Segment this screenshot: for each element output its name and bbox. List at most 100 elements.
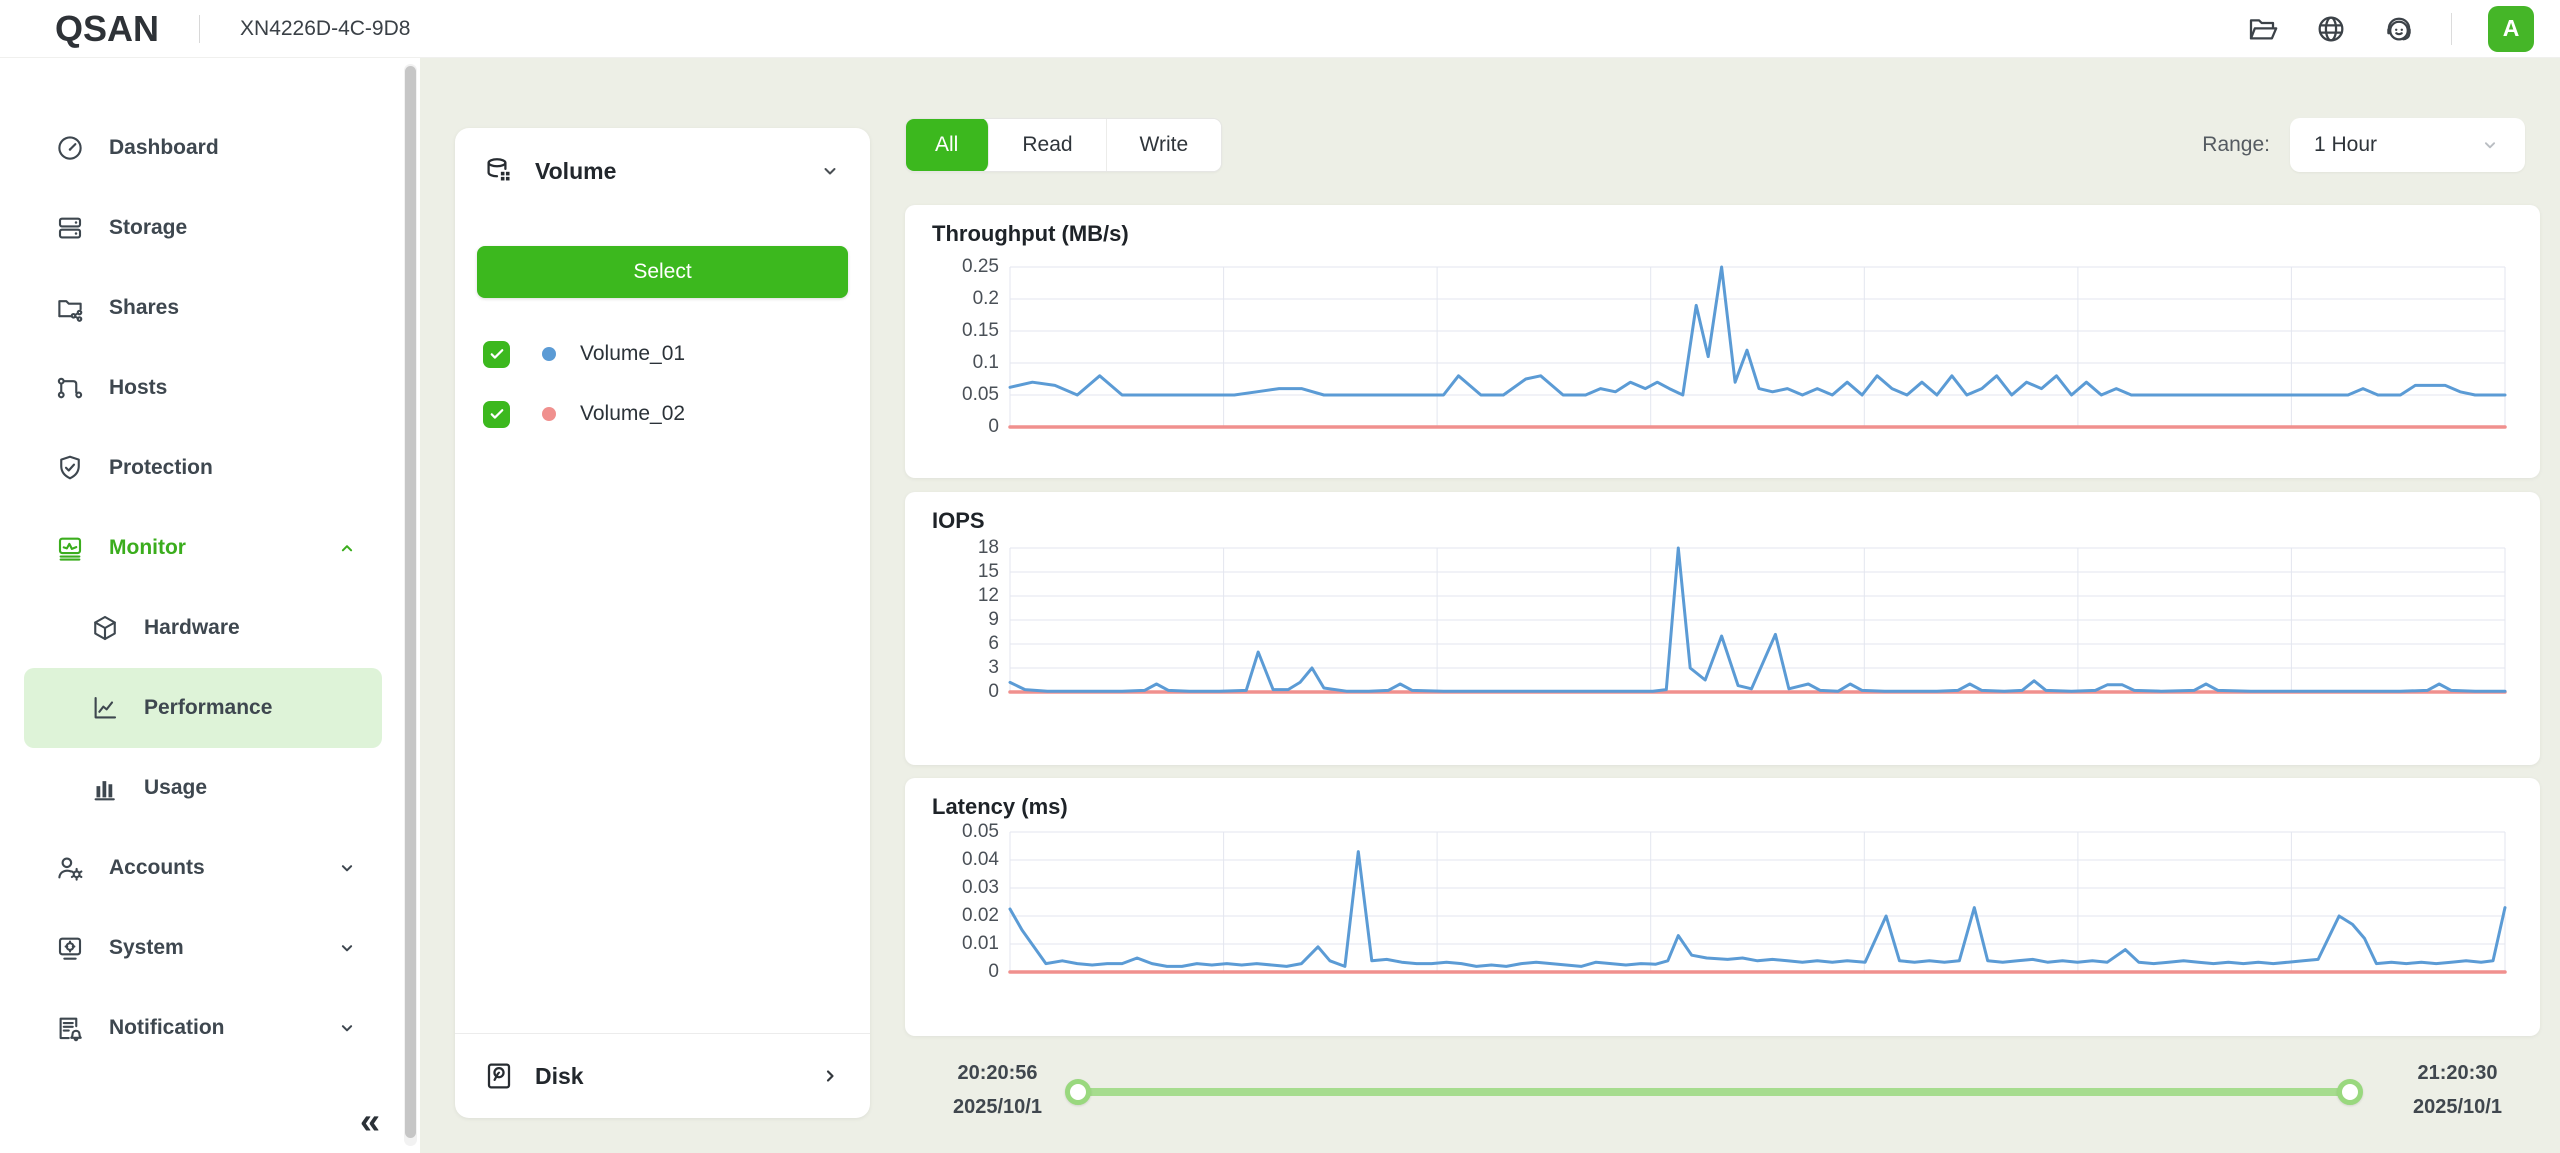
sidebar-item-monitor[interactable]: Monitor: [0, 508, 420, 588]
volume-name: Volume_01: [580, 342, 685, 366]
tab-write[interactable]: Write: [1107, 119, 1222, 171]
shield-icon: [55, 453, 85, 483]
chevron-down-icon: [2479, 134, 2501, 156]
plot-area-throughput: [1010, 267, 2505, 427]
y-axis-tick-label: 3: [911, 657, 999, 679]
range-group: Range: 1 Hour: [2202, 118, 2525, 172]
system-icon: [55, 933, 85, 963]
start-time: 20:20:56: [915, 1056, 1080, 1090]
chart-title-iops: IOPS: [932, 508, 985, 534]
sidebar-item-dashboard[interactable]: Dashboard: [0, 108, 420, 188]
sidebar-collapse-button[interactable]: «: [360, 1103, 380, 1139]
user-gear-icon: [55, 853, 85, 883]
chevron-down-icon: [818, 159, 842, 183]
sidebar-item-hardware[interactable]: Hardware: [0, 588, 420, 668]
qsan-logo: QSAN: [55, 8, 159, 50]
y-axis-tick-label: 0.25: [911, 256, 999, 278]
end-time: 21:20:30: [2375, 1056, 2540, 1090]
volume-name: Volume_02: [580, 402, 685, 426]
y-axis-tick-label: 15: [911, 561, 999, 583]
slider-handle-right[interactable]: [2337, 1079, 2363, 1105]
y-axis-tick-label: 0.05: [911, 384, 999, 406]
y-axis-tick-label: 0.1: [911, 352, 999, 374]
device-name: XN4226D-4C-9D8: [240, 17, 410, 41]
file-manager-icon[interactable]: [2247, 13, 2279, 45]
range-label: Range:: [2202, 133, 2270, 157]
disk-drive-icon: [483, 1060, 515, 1092]
support-headset-icon[interactable]: [2383, 13, 2415, 45]
sidebar-item-label: Notification: [109, 1016, 225, 1040]
chart-card-iops: IOPS1815129630: [905, 492, 2540, 765]
sidebar-scrollbar-thumb[interactable]: [405, 66, 416, 1138]
series-color-dot: [542, 347, 556, 361]
select-button[interactable]: Select: [477, 246, 848, 298]
app-root: QSAN XN4226D-4C-9D8 A Dashboard Storage Sh…: [0, 0, 2560, 1153]
monitor-icon: [55, 533, 85, 563]
tab-all[interactable]: All: [905, 118, 989, 172]
y-axis-tick-label: 0: [911, 416, 999, 438]
volume-group-header[interactable]: Volume: [455, 128, 870, 214]
sidebar-nav: Dashboard Storage Shares HostsProtection Mon…: [0, 58, 420, 1068]
slider-track[interactable]: [1077, 1088, 2350, 1096]
selector-panel: Volume Select Volume_01 Volume_02 Disk: [455, 128, 870, 1118]
disk-group-header[interactable]: Disk: [455, 1034, 870, 1118]
volume-checkbox-row[interactable]: Volume_02: [483, 384, 850, 444]
checkbox-checked[interactable]: [483, 401, 510, 428]
end-date: 2025/10/1: [2375, 1090, 2540, 1124]
sidebar-item-label: Performance: [144, 696, 272, 720]
range-dropdown[interactable]: 1 Hour: [2290, 118, 2525, 172]
rw-filter-tabs: AllReadWrite: [905, 118, 1222, 172]
sidebar-item-usage[interactable]: Usage: [0, 748, 420, 828]
plot-area-latency: [1010, 832, 2505, 972]
time-range-slider: 20:20:56 2025/10/1 21:20:30 2025/10/1: [905, 1048, 2540, 1140]
sidebar-item-accounts[interactable]: Accounts: [0, 828, 420, 908]
language-globe-icon[interactable]: [2315, 13, 2347, 45]
gauge-icon: [55, 133, 85, 163]
volume-checkbox-row[interactable]: Volume_01: [483, 324, 850, 384]
sidebar-item-shares[interactable]: Shares: [0, 268, 420, 348]
user-avatar[interactable]: A: [2488, 6, 2534, 52]
y-axis-tick-label: 0.04: [911, 849, 999, 871]
plot-area-iops: [1010, 548, 2505, 692]
y-axis-tick-label: 0.05: [911, 821, 999, 843]
y-axis-tick-label: 0: [911, 961, 999, 983]
chevron-up-icon: [336, 537, 358, 559]
disk-group-title: Disk: [535, 1063, 584, 1090]
slider-end-label: 21:20:30 2025/10/1: [2375, 1056, 2540, 1124]
sidebar-item-label: Hardware: [144, 616, 240, 640]
checkbox-checked[interactable]: [483, 341, 510, 368]
chart-title-latency: Latency (ms): [932, 794, 1068, 820]
sidebar-item-hosts[interactable]: Hosts: [0, 348, 420, 428]
hosts-icon: [55, 373, 85, 403]
chevron-down-icon: [336, 937, 358, 959]
sidebar-scrollbar: [404, 64, 417, 1146]
range-value: 1 Hour: [2314, 133, 2377, 157]
volume-list: Volume_01 Volume_02: [483, 324, 850, 444]
tab-read[interactable]: Read: [989, 119, 1106, 171]
start-date: 2025/10/1: [915, 1090, 1080, 1124]
sidebar-item-performance[interactable]: Performance: [24, 668, 382, 748]
server-icon: [55, 213, 85, 243]
slider-handle-left[interactable]: [1065, 1079, 1091, 1105]
sidebar-item-notification[interactable]: Notification: [0, 988, 420, 1068]
y-axis-tick-label: 0.15: [911, 320, 999, 342]
sidebar-item-label: Accounts: [109, 856, 205, 880]
y-axis-tick-label: 18: [911, 537, 999, 559]
sidebar-item-label: System: [109, 936, 184, 960]
bar-chart-icon: [90, 773, 120, 803]
y-axis-tick-label: 12: [911, 585, 999, 607]
folder-share-icon: [55, 293, 85, 323]
volume-group-title: Volume: [535, 158, 616, 185]
sidebar-item-protection[interactable]: Protection: [0, 428, 420, 508]
y-axis-tick-label: 0.01: [911, 933, 999, 955]
sidebar-item-label: Monitor: [109, 536, 186, 560]
sidebar-item-label: Shares: [109, 296, 179, 320]
y-axis-tick-label: 6: [911, 633, 999, 655]
y-axis-tick-label: 0.02: [911, 905, 999, 927]
y-axis-tick-label: 0.03: [911, 877, 999, 899]
sidebar-item-system[interactable]: System: [0, 908, 420, 988]
sidebar-item-label: Dashboard: [109, 136, 219, 160]
sidebar-item-storage[interactable]: Storage: [0, 188, 420, 268]
sidebar-item-label: Usage: [144, 776, 207, 800]
line-chart-icon: [90, 693, 120, 723]
